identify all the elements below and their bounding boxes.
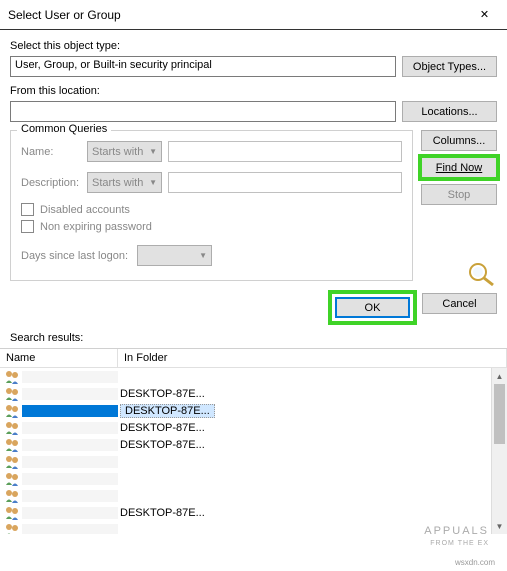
- result-name: xxxxx: [22, 388, 118, 400]
- user-group-icon: [4, 488, 20, 504]
- description-input[interactable]: [168, 172, 402, 193]
- titlebar: Select User or Group ✕: [0, 0, 507, 30]
- close-icon: ✕: [480, 8, 489, 21]
- description-label: Description:: [21, 177, 81, 189]
- result-row[interactable]: xxxxxDESKTOP-87E...: [0, 504, 507, 521]
- scrollbar[interactable]: ▲ ▼: [491, 368, 507, 534]
- results-list: Name In Folder xxxxxxxxxxDESKTOP-87E...x…: [0, 348, 507, 534]
- result-row[interactable]: xxxxxDESKTOP-87E...: [0, 385, 507, 402]
- user-group-icon: [4, 369, 20, 385]
- result-row[interactable]: xxxxx: [0, 487, 507, 504]
- scroll-track[interactable]: [492, 384, 507, 518]
- scroll-thumb[interactable]: [494, 384, 505, 444]
- ok-button-highlight: OK: [331, 293, 414, 322]
- close-button[interactable]: ✕: [462, 0, 507, 30]
- user-group-icon: [4, 403, 20, 419]
- result-name: xxxxx: [22, 524, 118, 535]
- search-results-label: Search results:: [0, 332, 507, 348]
- common-queries-legend: Common Queries: [17, 123, 111, 135]
- result-name: xxxxx: [22, 456, 118, 468]
- disabled-accounts-label: Disabled accounts: [40, 204, 130, 216]
- result-row[interactable]: xxxxx: [0, 521, 507, 534]
- site-watermark: wsxdn.com: [455, 558, 495, 567]
- result-name: xxxxx: [22, 473, 118, 485]
- find-now-button[interactable]: Find Now: [421, 157, 497, 178]
- user-group-icon: [4, 437, 20, 453]
- result-name: xxxxx: [22, 490, 118, 502]
- object-type-label: Select this object type:: [10, 40, 497, 52]
- result-folder: DESKTOP-87E...: [118, 405, 507, 417]
- user-group-icon: [4, 386, 20, 402]
- user-group-icon: [4, 454, 20, 470]
- location-field[interactable]: [10, 101, 396, 122]
- result-row[interactable]: xxxxxDESKTOP-87E...: [0, 436, 507, 453]
- result-name: xxxxx: [22, 422, 118, 434]
- chevron-down-icon: ▼: [149, 178, 157, 187]
- object-types-button[interactable]: Object Types...: [402, 56, 497, 77]
- chevron-down-icon: ▼: [149, 147, 157, 156]
- non-expiring-label: Non expiring password: [40, 221, 152, 233]
- result-folder: DESKTOP-87E...: [118, 422, 507, 434]
- columns-button[interactable]: Columns...: [421, 130, 497, 151]
- result-folder: DESKTOP-87E...: [118, 507, 507, 519]
- user-group-icon: [4, 471, 20, 487]
- object-type-field[interactable]: User, Group, or Built-in security princi…: [10, 56, 396, 77]
- days-since-logon-label: Days since last logon:: [21, 250, 131, 262]
- ok-button[interactable]: OK: [335, 297, 410, 318]
- result-name: xxxxx: [22, 371, 118, 383]
- result-row[interactable]: xxxxx: [0, 470, 507, 487]
- user-group-icon: [4, 420, 20, 436]
- days-since-logon-combo[interactable]: ▼: [137, 245, 212, 266]
- name-label: Name:: [21, 146, 81, 158]
- non-expiring-checkbox[interactable]: [21, 220, 34, 233]
- user-group-icon: [4, 522, 20, 535]
- result-row[interactable]: xxxxxDESKTOP-87E...: [0, 402, 507, 419]
- location-label: From this location:: [10, 85, 497, 97]
- description-mode-combo[interactable]: Starts with▼: [87, 172, 162, 193]
- column-name-header[interactable]: Name: [0, 349, 118, 367]
- result-name: xxxxx: [22, 439, 118, 451]
- search-icon: [467, 241, 497, 287]
- result-name: xxxxx: [22, 507, 118, 519]
- disabled-accounts-checkbox[interactable]: [21, 203, 34, 216]
- result-row[interactable]: xxxxx: [0, 453, 507, 470]
- results-header: Name In Folder: [0, 349, 507, 368]
- result-folder: DESKTOP-87E...: [118, 388, 507, 400]
- stop-button: Stop: [421, 184, 497, 205]
- name-input[interactable]: [168, 141, 402, 162]
- scroll-up-button[interactable]: ▲: [492, 368, 507, 384]
- column-folder-header[interactable]: In Folder: [118, 349, 507, 367]
- scroll-down-button[interactable]: ▼: [492, 518, 507, 534]
- result-row[interactable]: xxxxx: [0, 368, 507, 385]
- window-title: Select User or Group: [8, 8, 462, 22]
- locations-button[interactable]: Locations...: [402, 101, 497, 122]
- name-mode-combo[interactable]: Starts with▼: [87, 141, 162, 162]
- result-name: xxxxx: [22, 405, 118, 417]
- result-row[interactable]: xxxxxDESKTOP-87E...: [0, 419, 507, 436]
- cancel-button[interactable]: Cancel: [422, 293, 497, 314]
- chevron-down-icon: ▼: [199, 251, 207, 260]
- result-folder: DESKTOP-87E...: [118, 439, 507, 451]
- common-queries-group: Common Queries Name: Starts with▼ Descri…: [10, 130, 413, 281]
- user-group-icon: [4, 505, 20, 521]
